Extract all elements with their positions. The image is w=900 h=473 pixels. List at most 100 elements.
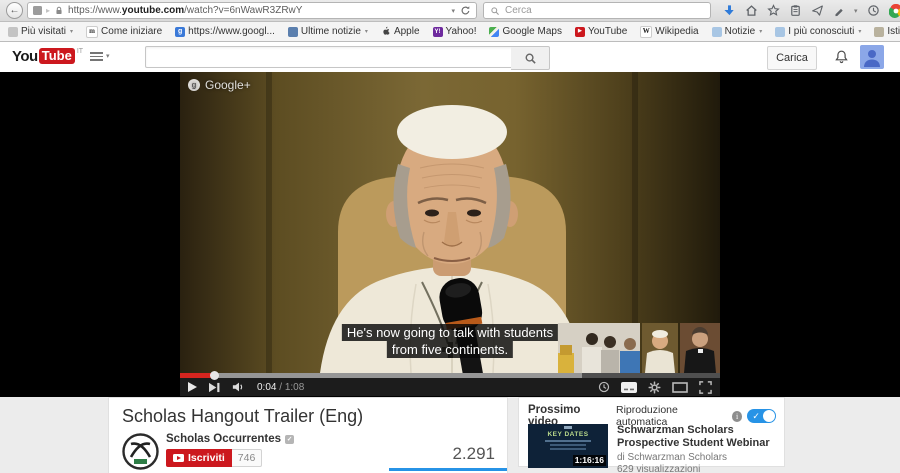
bookmark-google[interactable]: g https://www.googl... xyxy=(175,26,275,37)
lock-icon xyxy=(56,6,62,14)
channel-avatar[interactable] xyxy=(122,433,159,473)
bookmark-youtube[interactable]: ▶ YouTube xyxy=(574,26,628,37)
bookmark-come-iniziare[interactable]: m Come iniziare xyxy=(86,25,162,38)
player-controls-right xyxy=(598,380,712,394)
subtitles-icon[interactable] xyxy=(621,381,637,393)
url-bar[interactable]: ▸ https://www.youtube.com/watch?v=6nWawR… xyxy=(27,2,477,19)
mozilla-icon: m xyxy=(86,25,99,38)
bookmark-apple[interactable]: Apple xyxy=(381,25,420,39)
bookmark-wikipedia[interactable]: W Wikipedia xyxy=(640,25,699,38)
suggested-video-thumbnail[interactable]: KEY DATES 1:16:16 xyxy=(528,424,608,468)
watch-later-icon[interactable] xyxy=(598,381,610,393)
duration-badge: 1:16:16 xyxy=(572,455,606,466)
maps-icon xyxy=(489,26,500,37)
reading-list-icon[interactable] xyxy=(789,4,802,17)
theater-mode-icon[interactable] xyxy=(672,381,688,393)
subscribe-button[interactable]: Iscriviti xyxy=(166,449,232,467)
apple-icon xyxy=(381,25,391,39)
folder-icon xyxy=(775,26,786,37)
watermark-label: Google+ xyxy=(205,78,251,92)
chevron-down-icon: ▾ xyxy=(759,29,763,35)
bookmark-folder-piu-conosciuti[interactable]: I più conosciuti ▾ xyxy=(775,26,861,37)
google-plus-watermark[interactable]: g Google+ xyxy=(188,78,251,92)
channel-name[interactable]: Scholas Occurrentes ✓ xyxy=(166,433,295,445)
reload-icon[interactable] xyxy=(460,5,471,16)
thumb-logo xyxy=(564,426,572,429)
bookmark-star-icon[interactable] xyxy=(767,4,780,17)
check-icon: ✓ xyxy=(752,411,760,421)
subscriber-count[interactable]: 746 xyxy=(231,449,263,467)
chevron-down-icon: ▾ xyxy=(858,29,862,35)
suggested-video-title[interactable]: Schwarzman Scholars Prospective Student … xyxy=(617,424,779,450)
browser-window: ← ▸ https://www.youtube.com/watch?v=6nWa… xyxy=(0,0,900,473)
bookmark-label: YouTube xyxy=(587,26,628,37)
browser-search-field[interactable]: Cerca xyxy=(483,2,711,19)
participant-thumb-classroom xyxy=(558,323,640,373)
person-icon xyxy=(864,50,880,67)
bookmark-piu-visitati[interactable]: Più visitati ▾ xyxy=(8,26,73,37)
chevron-down-icon: ▾ xyxy=(364,29,368,35)
youtube-header: You Tube IT ▾ Carica xyxy=(0,42,900,72)
urlbar-actions: ▾ xyxy=(451,5,471,16)
history-icon[interactable] xyxy=(867,4,880,17)
site-favicon xyxy=(33,6,42,15)
back-button[interactable]: ← xyxy=(6,2,23,19)
edit-icon[interactable] xyxy=(833,5,845,17)
autoplay-toggle[interactable]: ✓ xyxy=(747,409,776,423)
suggested-video-views: 629 visualizzazioni xyxy=(617,464,701,473)
youtube-icon: ▶ xyxy=(574,26,585,37)
search-icon xyxy=(525,53,536,64)
share-icon[interactable] xyxy=(811,4,824,17)
play-button[interactable] xyxy=(188,382,197,392)
suggested-video-channel[interactable]: di Schwarzman Scholars xyxy=(617,452,779,463)
globe-icon xyxy=(874,26,885,37)
account-avatar[interactable] xyxy=(860,45,884,69)
search-icon xyxy=(491,6,499,15)
folder-icon xyxy=(711,26,722,37)
bookmark-folder-notizie[interactable]: Notizie ▾ xyxy=(711,26,763,37)
participant-thumb-pope xyxy=(642,323,678,373)
progress-scrubber[interactable] xyxy=(210,371,220,380)
url-dropdown-icon[interactable]: ▾ xyxy=(451,7,455,15)
notifications-bell-icon[interactable] xyxy=(834,49,849,70)
svg-text:g: g xyxy=(192,81,196,90)
bookmarks-bar: Più visitati ▾ m Come iniziare g https://ww… xyxy=(0,22,900,42)
downloads-icon[interactable] xyxy=(723,4,736,17)
youtube-search-input[interactable] xyxy=(145,46,517,68)
bookmark-yahoo[interactable]: Y! Yahoo! xyxy=(432,26,476,37)
guide-menu-icon[interactable]: ▾ xyxy=(90,52,110,61)
subscribe-row: Iscriviti 746 xyxy=(166,449,263,467)
bookmark-ultime-notizie[interactable]: Ultime notizie ▾ xyxy=(287,26,368,37)
fullscreen-icon[interactable] xyxy=(699,380,712,394)
settings-gear-icon[interactable] xyxy=(648,381,661,394)
hangout-filmstrip xyxy=(558,323,720,373)
colorwheel-addon-icon[interactable] xyxy=(888,3,900,18)
bookmark-google-maps[interactable]: Google Maps xyxy=(489,26,562,37)
browser-toolbar: ← ▸ https://www.youtube.com/watch?v=6nWa… xyxy=(0,0,900,22)
subscribe-label: Iscriviti xyxy=(188,452,225,464)
player-controls: 0:04 / 1:08 xyxy=(180,378,720,396)
upload-button[interactable]: Carica xyxy=(767,46,817,70)
video-player[interactable]: g Google+ He's now going to talk with st… xyxy=(180,72,720,396)
next-button[interactable] xyxy=(208,382,221,393)
bookmark-istituto-geografico[interactable]: Istituto Geografico... xyxy=(874,26,900,37)
current-time: 0:04 xyxy=(257,381,277,393)
thumb-line xyxy=(545,440,591,442)
verified-badge-icon: ✓ xyxy=(285,434,295,444)
volume-icon[interactable] xyxy=(232,381,246,393)
youtube-search-button[interactable] xyxy=(511,46,550,70)
info-icon[interactable]: i xyxy=(731,410,743,422)
chevron-down-icon: ▾ xyxy=(70,29,74,35)
logo-tube: Tube xyxy=(38,48,75,64)
home-icon[interactable] xyxy=(745,4,758,17)
bookmark-label: Ultime notizie xyxy=(300,26,361,37)
search-placeholder: Cerca xyxy=(505,5,532,16)
thumb-line xyxy=(550,444,586,446)
logo-region: IT xyxy=(76,48,84,55)
up-next-sidebar: Prossimo video Riproduzione automatica i… xyxy=(518,397,785,473)
sentiment-bar xyxy=(389,468,507,471)
youtube-logo[interactable]: You Tube IT xyxy=(12,48,83,65)
view-count: 2.291 xyxy=(452,444,495,463)
chevron-down-icon[interactable]: ▾ xyxy=(854,7,858,15)
time-display: 0:04 / 1:08 xyxy=(257,382,304,393)
